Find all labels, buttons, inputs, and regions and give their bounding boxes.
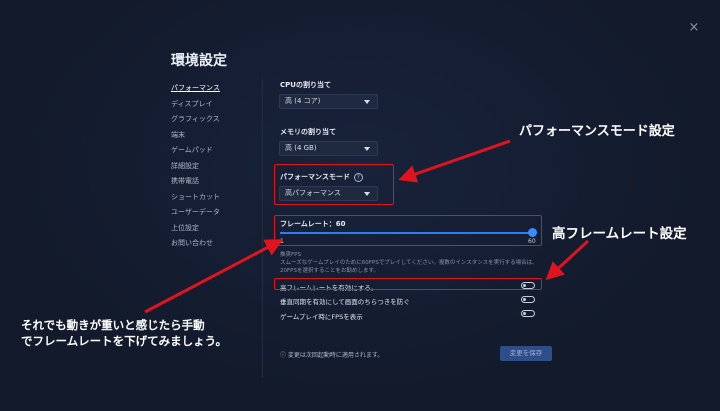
high-fps-caption: 高フレームレート設定 (552, 226, 687, 242)
settings-dialog: × 環境設定 パフォーマンス ディスプレイ グラフィックス 端末 ゲームパッド … (0, 0, 720, 411)
mode-caption: パフォーマンスモード設定 (519, 124, 675, 139)
hint-line-2: でフレームレートを下げてみましょう。 (21, 334, 227, 348)
arrow-to-framerate (144, 239, 284, 314)
hint-line-1: それでも動きが重いと感じたら手動 (21, 318, 205, 332)
arrow-to-mode (398, 139, 511, 183)
arrow-to-high-fps (545, 239, 590, 281)
hint-caption: それでも動きが重いと感じたら手動 でフレームレートを下げてみましょう。 (21, 317, 227, 349)
annotation-arrows (144, 139, 590, 314)
